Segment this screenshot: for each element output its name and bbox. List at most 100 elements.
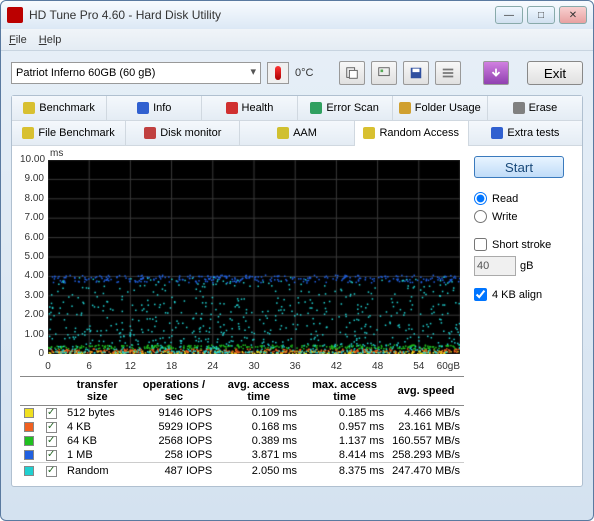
- tab-disk-monitor[interactable]: Disk monitor: [126, 121, 240, 145]
- x-axis-unit: 60gB: [437, 361, 460, 372]
- series-checkbox[interactable]: [46, 422, 57, 433]
- series-checkbox[interactable]: [46, 436, 57, 447]
- cell-max: 8.375 ms: [301, 463, 388, 479]
- table-row: 64 KB 2568 IOPS 0.389 ms 1.137 ms 160.55…: [20, 434, 464, 448]
- cell-ops: 258 IOPS: [131, 448, 216, 463]
- tab-label: File Benchmark: [38, 127, 114, 139]
- tab-random-access[interactable]: Random Access: [355, 121, 469, 145]
- purple-action-button[interactable]: [483, 61, 509, 85]
- write-radio-row: Write: [474, 210, 574, 223]
- tab-row-1: BenchmarkInfo Health Error Scan Folder Usag…: [12, 96, 582, 121]
- series-color-swatch: [24, 408, 34, 418]
- tab-file-benchmark[interactable]: File Benchmark: [12, 121, 126, 145]
- cell-size: 1 MB: [63, 448, 131, 463]
- tab-extra-tests[interactable]: Extra tests: [469, 121, 582, 145]
- cell-ops: 2568 IOPS: [131, 434, 216, 448]
- tab-aam[interactable]: AAM: [240, 121, 354, 145]
- tab-label: Extra tests: [507, 127, 559, 139]
- tab-label: Error Scan: [326, 102, 379, 114]
- titlebar[interactable]: HD Tune Pro 4.60 - Hard Disk Utility — □…: [1, 1, 593, 29]
- window-title: HD Tune Pro 4.60 - Hard Disk Utility: [29, 8, 491, 22]
- x-tick: 6: [86, 361, 92, 372]
- series-checkbox[interactable]: [46, 450, 57, 461]
- cell-ops: 487 IOPS: [131, 463, 216, 479]
- menubar: File Help: [1, 29, 593, 51]
- tab-label: AAM: [293, 127, 317, 139]
- tab-icon: [277, 127, 289, 139]
- drive-select[interactable]: Patriot Inferno 60GB (60 gB): [11, 62, 261, 84]
- y-axis-label: ms: [50, 148, 63, 159]
- align-label: 4 KB align: [492, 289, 542, 301]
- cell-max: 0.185 ms: [301, 406, 388, 421]
- tab-icon: [226, 102, 238, 114]
- write-radio[interactable]: [474, 210, 487, 223]
- cell-max: 0.957 ms: [301, 420, 388, 434]
- tab-label: Disk monitor: [160, 127, 221, 139]
- column-header: transfer size: [63, 377, 131, 406]
- series-color-swatch: [24, 466, 34, 476]
- y-tick: 1.00: [20, 329, 44, 340]
- cell-speed: 247.470 MB/s: [388, 463, 464, 479]
- cell-size: 64 KB: [63, 434, 131, 448]
- maximize-button[interactable]: □: [527, 6, 555, 24]
- cell-max: 1.137 ms: [301, 434, 388, 448]
- cell-avg: 3.871 ms: [216, 448, 301, 463]
- align-checkbox[interactable]: [474, 288, 487, 301]
- series-checkbox[interactable]: [46, 408, 57, 419]
- save-button[interactable]: [403, 61, 429, 85]
- exit-button[interactable]: Exit: [527, 61, 583, 85]
- options-button[interactable]: [435, 61, 461, 85]
- tab-icon: [399, 102, 411, 114]
- y-tick: 2.00: [20, 309, 44, 320]
- tab-row-2: File Benchmark Disk monitor AAM Random Acce…: [12, 121, 582, 146]
- copy-info-button[interactable]: [339, 61, 365, 85]
- menu-help[interactable]: Help: [39, 34, 62, 46]
- y-tick: 8.00: [20, 193, 44, 204]
- minimize-button[interactable]: —: [495, 6, 523, 24]
- tab-benchmark[interactable]: Benchmark: [12, 96, 107, 120]
- x-tick: 42: [331, 361, 342, 372]
- start-button[interactable]: Start: [474, 156, 564, 178]
- tab-icon: [23, 102, 35, 114]
- cell-ops: 5929 IOPS: [131, 420, 216, 434]
- column-header: operations / sec: [131, 377, 216, 406]
- y-tick: 9.00: [20, 173, 44, 184]
- temperature-label: 0°C: [295, 67, 313, 79]
- column-header: avg. speed: [388, 377, 464, 406]
- tab-icon: [137, 102, 149, 114]
- tab-info[interactable]: Info: [107, 96, 202, 120]
- tab-health[interactable]: Health: [202, 96, 297, 120]
- tab-error-scan[interactable]: Error Scan: [298, 96, 393, 120]
- cell-ops: 9146 IOPS: [131, 406, 216, 421]
- cell-avg: 0.109 ms: [216, 406, 301, 421]
- read-radio[interactable]: [474, 192, 487, 205]
- close-button[interactable]: ✕: [559, 6, 587, 24]
- x-tick: 12: [125, 361, 136, 372]
- y-tick: 5.00: [20, 251, 44, 262]
- cell-speed: 23.161 MB/s: [388, 420, 464, 434]
- tab-label: Health: [242, 102, 274, 114]
- x-tick: 30: [248, 361, 259, 372]
- short-stroke-unit: gB: [520, 260, 533, 272]
- tab-folder-usage[interactable]: Folder Usage: [393, 96, 488, 120]
- copy-screenshot-button[interactable]: [371, 61, 397, 85]
- table-row: 1 MB 258 IOPS 3.871 ms 8.414 ms 258.293 …: [20, 448, 464, 463]
- tab-erase[interactable]: Erase: [488, 96, 582, 120]
- series-color-swatch: [24, 422, 34, 432]
- short-stroke-input-row: gB: [474, 256, 574, 276]
- cell-size: 4 KB: [63, 420, 131, 434]
- results-table: transfer sizeoperations / secavg. access…: [20, 376, 464, 478]
- y-tick: 0: [20, 348, 44, 359]
- toolbar: Patriot Inferno 60GB (60 gB) 0°C Exit: [11, 57, 583, 89]
- short-stroke-checkbox[interactable]: [474, 238, 487, 251]
- x-tick: 24: [207, 361, 218, 372]
- series-color-swatch: [24, 450, 34, 460]
- short-stroke-value[interactable]: [474, 256, 516, 276]
- series-checkbox[interactable]: [46, 466, 57, 477]
- cell-size: Random: [63, 463, 131, 479]
- menu-file[interactable]: File: [9, 34, 27, 46]
- app-window: HD Tune Pro 4.60 - Hard Disk Utility — □…: [0, 0, 594, 521]
- column-header: avg. access time: [216, 377, 301, 406]
- write-label: Write: [492, 211, 517, 223]
- tab-label: Random Access: [379, 127, 458, 139]
